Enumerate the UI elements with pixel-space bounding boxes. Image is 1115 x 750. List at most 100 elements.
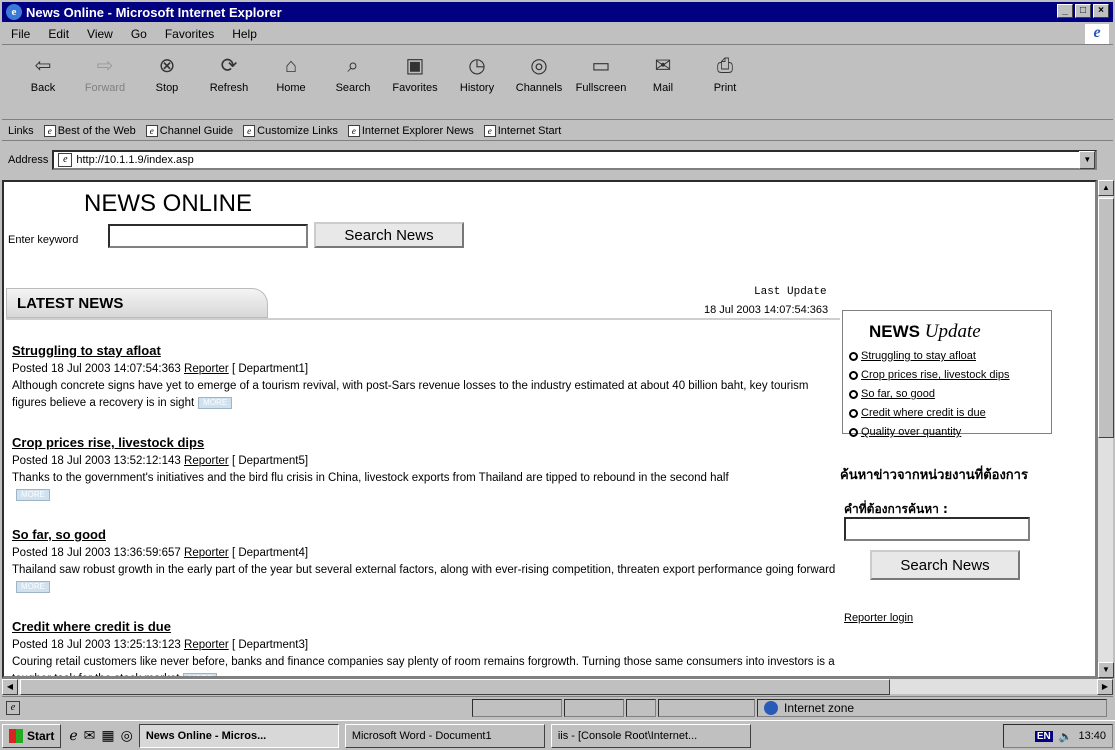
update-link-item[interactable]: Struggling to stay afloat [849,347,1051,366]
globe-icon [764,701,778,715]
address-input[interactable]: e http://10.1.1.9/index.asp ▼ [52,150,1098,170]
search-button[interactable]: ⌕ Search [322,54,384,94]
news-title-link[interactable]: Credit where credit is due [12,619,171,634]
volume-icon[interactable]: 🔈 [1059,730,1073,743]
more-button[interactable]: MORE [198,396,233,409]
scroll-right-icon[interactable]: ▶ [1097,679,1113,695]
task-iis[interactable]: iis - [Console Root\Internet... [550,723,751,748]
news-posted: Posted 18 Jul 2003 13:52:12:143 [12,455,181,467]
link-ie-news[interactable]: e Internet Explorer News [347,124,474,137]
scroll-thumb[interactable] [1098,198,1114,438]
site-title: NEWS ONLINE [84,190,253,217]
news-dept: [ Department3] [231,639,309,651]
scroll-down-icon[interactable]: ▼ [1098,662,1114,678]
windows-logo-icon [9,728,23,743]
mail-icon: ✉ [654,55,672,77]
link-channel-guide[interactable]: e Channel Guide [145,124,233,137]
department-search-input[interactable] [844,517,1030,541]
bullet-icon [849,351,858,361]
link-best-of-web[interactable]: e Best of the Web [43,124,136,137]
last-update-date: 18 Jul 2003 14:07:54:363 [704,304,829,316]
forward-button[interactable]: ⇨ Forward [74,54,136,94]
desktop-launch-icon[interactable]: ▦ [101,727,114,744]
link-customize-links[interactable]: e Customize Links [243,124,338,137]
keyword-input[interactable] [108,224,308,248]
menu-help[interactable]: Help [223,27,266,41]
news-body: Although concrete signs have yet to emer… [12,380,809,409]
bullet-icon [849,427,858,437]
menu-file[interactable]: File [2,27,39,41]
last-update-label: Last Update [754,286,827,298]
ie-launch-icon[interactable]: ℯ [69,727,77,744]
minimize-icon[interactable]: _ [1057,4,1073,18]
channels-button[interactable]: ◎ Channels [508,54,570,94]
dropdown-arrow-icon[interactable]: ▼ [1079,151,1096,169]
horizontal-scrollbar[interactable]: ◀ ▶ [2,678,1113,695]
page-icon: e [43,124,56,137]
reporter-link[interactable]: Reporter [184,363,229,375]
clock: 13:40 [1078,730,1106,742]
menu-view[interactable]: View [78,27,122,41]
news-title-link[interactable]: So far, so good [12,527,106,542]
vertical-scrollbar[interactable]: ▲ ▼ [1097,180,1114,678]
back-icon: ⇦ [34,55,52,77]
update-link-item[interactable]: Credit where credit is due [849,404,1051,423]
stop-icon: ⊗ [158,55,176,77]
news-body: Couring retail customers like never befo… [12,656,835,676]
task-news-online[interactable]: News Online - Micros... [138,723,339,748]
bullet-icon [849,370,858,380]
maximize-icon[interactable]: □ [1075,4,1091,18]
more-button[interactable]: MORE [16,580,50,593]
menu-favorites[interactable]: Favorites [156,27,223,41]
channels-icon: ◎ [530,55,548,77]
fullscreen-button[interactable]: ▭ Fullscreen [570,54,632,94]
search-news-button[interactable]: Search News [314,222,464,248]
news-item: Credit where credit is due Posted 18 Jul… [12,618,842,676]
stop-button[interactable]: ⊗ Stop [136,54,198,94]
scroll-up-icon[interactable]: ▲ [1098,180,1114,196]
news-item: So far, so good Posted 18 Jul 2003 13:36… [12,526,842,596]
reporter-link[interactable]: Reporter [184,455,229,467]
mail-button[interactable]: ✉ Mail [632,54,694,94]
print-button[interactable]: ⎙ Print [694,54,756,94]
news-title-link[interactable]: Struggling to stay afloat [12,343,161,358]
news-title-link[interactable]: Crop prices rise, livestock dips [12,435,204,450]
divider [6,318,840,320]
task-word[interactable]: Microsoft Word - Document1 [344,723,545,748]
start-button[interactable]: Start [2,723,62,748]
favorites-button[interactable]: ▣ Favorites [384,54,446,94]
news-update-heading: NEWS Update [869,321,981,342]
channels-launch-icon[interactable]: ◎ [121,727,133,744]
link-internet-start[interactable]: e Internet Start [483,124,561,137]
department-search-button[interactable]: Search News [870,550,1020,580]
reporter-link[interactable]: Reporter [184,547,229,559]
refresh-icon: ⟳ [220,55,238,77]
security-zone: Internet zone [757,699,1107,717]
update-link-item[interactable]: Quality over quantity [849,423,1051,442]
outlook-launch-icon[interactable]: ✉ [84,727,96,744]
update-link-item[interactable]: So far, so good [849,385,1051,404]
news-posted: Posted 18 Jul 2003 13:25:13:123 [12,639,181,651]
close-icon[interactable]: × [1093,4,1109,18]
more-button[interactable]: MORE [16,488,50,501]
refresh-button[interactable]: ⟳ Refresh [198,54,260,94]
history-button[interactable]: ◷ History [446,54,508,94]
back-button[interactable]: ⇦ Back [12,54,74,94]
page-icon: e [347,124,360,137]
language-indicator[interactable]: EN [1034,730,1053,742]
taskbar: Start ℯ ✉ ▦ ◎ News Online - Micros... Mi… [0,720,1115,750]
menu-go[interactable]: Go [122,27,156,41]
standard-toolbar: ⇦ Back ⇨ Forward ⊗ Stop ⟳ Refresh ⌂ Home ⌕ Sea… [2,46,1113,120]
scroll-thumb[interactable] [20,679,890,695]
reporter-login-link[interactable]: Reporter login [844,612,913,624]
menu-edit[interactable]: Edit [39,27,78,41]
page-icon: e [483,124,496,137]
news-update-box: NEWS Update Struggling to stay afloat Cr… [842,310,1052,438]
update-link-item[interactable]: Crop prices rise, livestock dips [849,366,1051,385]
status-bar: e Internet zone [2,696,1113,718]
reporter-link[interactable]: Reporter [184,639,229,651]
scroll-left-icon[interactable]: ◀ [2,679,18,695]
home-button[interactable]: ⌂ Home [260,54,322,94]
address-label: Address [8,154,49,166]
forward-icon: ⇨ [96,55,114,77]
